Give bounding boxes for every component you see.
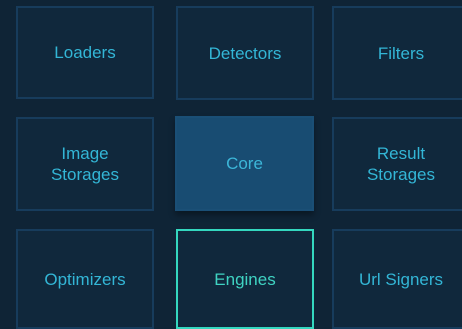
tile-optimizers[interactable]: Optimizers [16, 229, 154, 329]
tile-optimizers-label: Optimizers [44, 269, 126, 289]
tile-filters[interactable]: Filters [332, 6, 462, 100]
tile-core[interactable]: Core [175, 116, 314, 211]
tile-result-storages-label-line1: Result [376, 144, 426, 163]
tile-filters-label: Filters [377, 43, 425, 63]
tile-result-storages-label-line2: Storages [366, 165, 436, 184]
tile-engines-label: Engines [214, 269, 276, 289]
tile-detectors-label: Detectors [208, 43, 282, 63]
tile-engines[interactable]: Engines [176, 229, 314, 329]
tile-image-storages[interactable]: Image Storages [16, 117, 154, 211]
tile-result-storages[interactable]: Result Storages [332, 117, 462, 211]
tile-url-signers[interactable]: Url Signers [332, 229, 462, 329]
tile-loaders[interactable]: Loaders [16, 6, 154, 99]
tile-image-storages-label-line2: Storages [50, 165, 120, 184]
tile-detectors[interactable]: Detectors [176, 6, 314, 100]
tile-image-storages-label-line1: Image [61, 144, 109, 163]
tile-core-label: Core [226, 154, 263, 173]
tile-url-signers-label: Url Signers [358, 269, 444, 289]
tile-loaders-label: Loaders [54, 43, 116, 62]
